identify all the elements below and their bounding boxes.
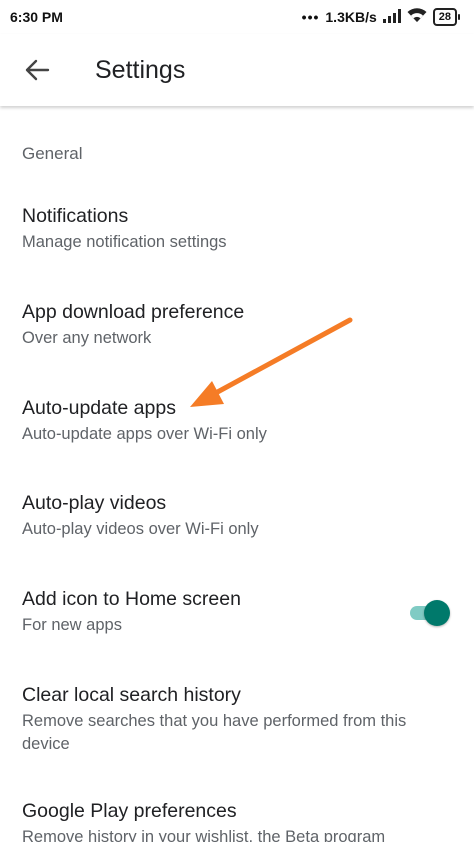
setting-subtitle: For new apps — [22, 616, 122, 634]
setting-title: Add icon to Home screen — [22, 588, 241, 610]
status-bar: 6:30 PM ••• 1.3KB/s 28 — [0, 0, 474, 34]
setting-google-play-preferences[interactable]: Google Play preferences Remove history i… — [0, 799, 474, 842]
page-title: Settings — [95, 55, 186, 84]
setting-auto-play-videos[interactable]: Auto-play videos Auto-play videos over W… — [0, 491, 474, 541]
setting-subtitle: Manage notification settings — [22, 233, 227, 251]
setting-app-download-preference[interactable]: App download preference Over any network — [0, 300, 474, 350]
setting-title: Notifications — [22, 205, 129, 227]
add-icon-toggle[interactable] — [408, 600, 450, 626]
back-button[interactable] — [12, 45, 62, 95]
setting-subtitle: Auto-update apps over Wi-Fi only — [22, 425, 267, 443]
toggle-thumb — [424, 600, 450, 626]
setting-subtitle: Remove searches that you have performed … — [22, 712, 407, 753]
screen: 6:30 PM ••• 1.3KB/s 28 Settings General … — [0, 0, 474, 842]
setting-notifications[interactable]: Notifications Manage notification settin… — [0, 204, 474, 254]
setting-auto-update-apps[interactable]: Auto-update apps Auto-update apps over W… — [0, 396, 474, 446]
battery-level: 28 — [432, 8, 457, 26]
signal-icon — [382, 8, 401, 26]
arrow-left-icon — [25, 59, 50, 81]
app-bar: Settings — [0, 34, 474, 106]
setting-subtitle: Auto-play videos over Wi-Fi only — [22, 520, 259, 538]
setting-title: Auto-play videos — [22, 492, 167, 514]
status-icons: ••• 1.3KB/s 28 — [302, 8, 460, 26]
setting-title: Auto-update apps — [22, 397, 176, 419]
dots-icon: ••• — [301, 9, 320, 25]
setting-title: Clear local search history — [22, 684, 241, 706]
setting-subtitle: Remove history in your wishlist, the Bet… — [22, 828, 386, 842]
setting-clear-search-history[interactable]: Clear local search history Remove search… — [0, 683, 474, 756]
network-speed: 1.3KB/s — [325, 9, 377, 25]
setting-subtitle: Over any network — [22, 329, 152, 347]
battery-icon: 28 — [432, 8, 460, 26]
setting-title: App download preference — [22, 301, 245, 323]
setting-title: Google Play preferences — [22, 800, 237, 822]
wifi-icon — [407, 8, 427, 26]
setting-add-icon-home-screen[interactable]: Add icon to Home screen For new apps — [0, 587, 474, 637]
section-header: General — [22, 144, 83, 163]
status-time: 6:30 PM — [10, 9, 63, 25]
